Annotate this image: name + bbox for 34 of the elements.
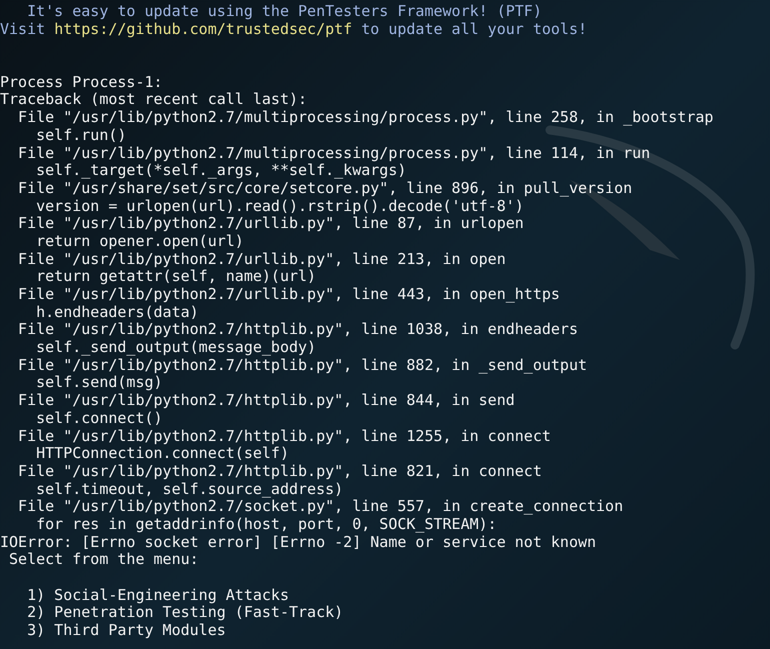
terminal-line: Select from the menu: [8,551,199,569]
terminal-line: File "/usr/lib/python2.7/urllib.py", line 213, in open [17,250,506,268]
terminal-line: for res in getaddrinfo(host, port, 0, SOCK_STREAM): [35,516,497,534]
terminal-line: 3) Third Party Modules [26,622,226,640]
terminal-line: self._target(*self._args, **self._kwargs) [35,162,406,180]
terminal-line: 2) Penetration Testing (Fast-Track) [26,604,344,622]
terminal-line: File "/usr/lib/python2.7/urllib.py", line 443, in open_https [17,286,560,304]
terminal-line: File "/usr/lib/python2.7/multiprocessing/process.py", line 258, in _bootstrap [17,109,714,127]
url-link[interactable]: https://github.com/trustedsec/ptf [54,20,352,38]
terminal-line: self.connect() [35,410,163,428]
terminal-line: File "/usr/lib/python2.7/httplib.py", line 821, in connect [17,462,542,481]
terminal-line: Visit https://github.com/trustedsec/ptf to update all your tools! [0,20,588,38]
terminal-line: File "/usr/lib/python2.7/multiprocessing/process.py", line 114, in run [17,144,650,162]
terminal-line: File "/usr/lib/python2.7/httplib.py", line 882, in _send_output [17,356,587,374]
terminal-line: File "/usr/lib/python2.7/httplib.py", line 1038, in endheaders [17,321,578,340]
terminal-line: h.endheaders(data) [35,304,199,322]
terminal-line: version = urlopen(url).read().rstrip().decode('utf-8') [35,198,524,216]
terminal-line: return getattr(self, name)(url) [35,268,316,286]
terminal-line: IOError: [Errno socket error] [Errno -2] Name or service not known [0,534,596,552]
terminal-line: Traceback (most recent call last): [0,91,308,110]
terminal-line: self._send_output(message_body) [35,339,316,357]
terminal-line: File "/usr/lib/python2.7/urllib.py", line 87, in urlopen [17,215,524,233]
terminal-line: It's easy to update using the PenTesters Framework! (PTF) [26,3,542,21]
terminal-line: self.run() [35,126,126,144]
terminal-line: Process Process-1: [0,74,163,92]
terminal-line: return opener.open(url) [35,232,244,251]
terminal-line: HTTPConnection.connect(self) [35,445,289,463]
terminal-line: self.timeout, self.source_address) [35,480,344,498]
terminal-line: File "/usr/share/set/src/core/setcore.py", line 896, in pull_version [17,180,632,198]
terminal-line: self.send(msg) [35,374,163,392]
terminal-line: File "/usr/lib/python2.7/socket.py", line 557, in create_connection [17,498,624,516]
terminal-line: File "/usr/lib/python2.7/httplib.py", line 844, in send [17,392,515,410]
terminal-line: 1) Social-Engineering Attacks [26,586,289,604]
terminal-line: File "/usr/lib/python2.7/httplib.py", line 1255, in connect [17,428,551,446]
